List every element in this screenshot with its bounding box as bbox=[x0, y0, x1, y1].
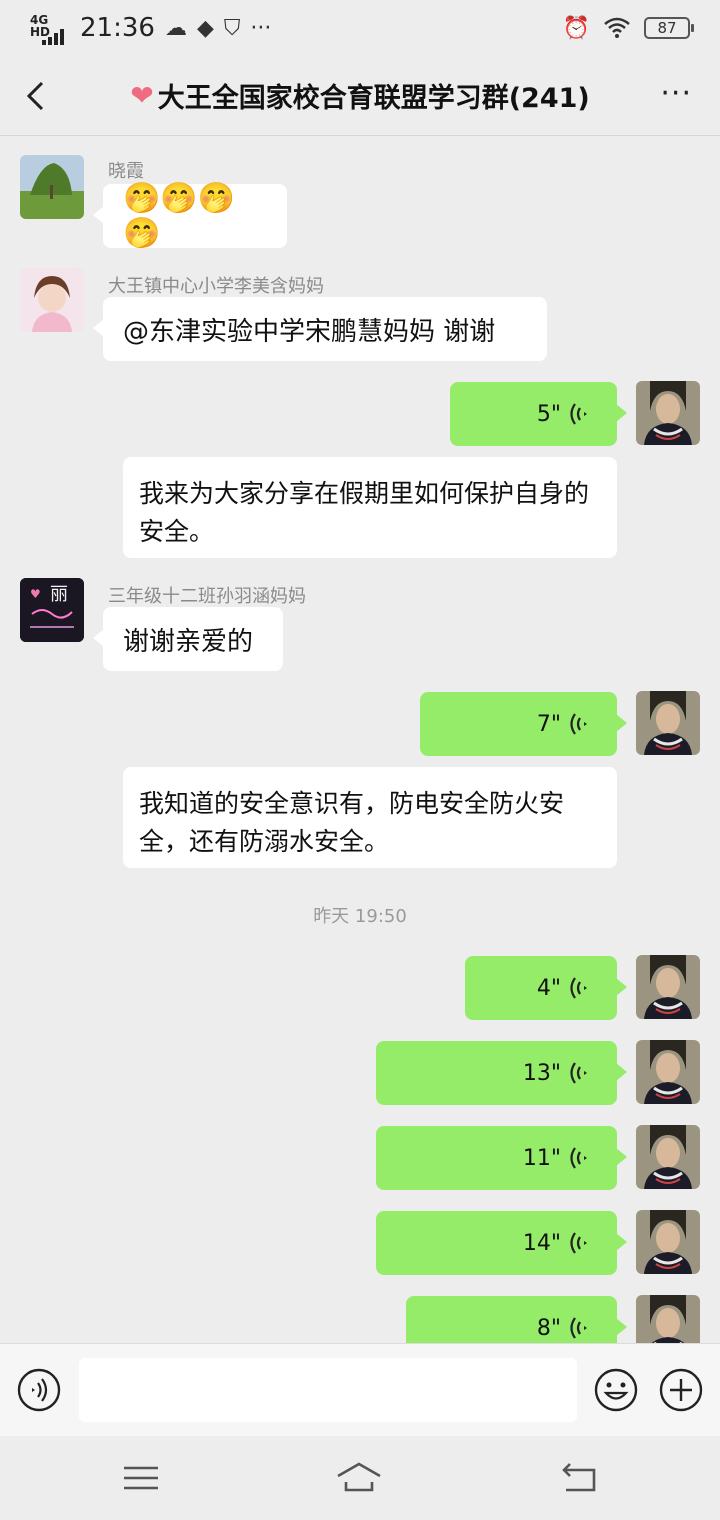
battery-indicator: 87 bbox=[644, 17, 694, 39]
voice-message-bubble[interactable]: 4" bbox=[465, 956, 627, 1020]
status-bar: 4G HD 21:36 ☁ ◆ ⛉ ··· ⏰ 87 bbox=[0, 0, 720, 56]
chat-title: ❤ 大王全国家校合育联盟学习群(241) bbox=[130, 76, 590, 115]
voice-wave-icon bbox=[570, 1062, 587, 1084]
my-avatar[interactable] bbox=[636, 381, 700, 445]
voice-message-bubble[interactable]: 13" bbox=[376, 1041, 627, 1105]
voice-wave-icon bbox=[570, 1147, 587, 1169]
input-bar bbox=[0, 1343, 720, 1436]
voice-wave-icon bbox=[570, 403, 587, 425]
shield-icon: ⛉ bbox=[223, 15, 241, 41]
more-notifications-icon: ··· bbox=[250, 15, 272, 41]
menu-icon[interactable] bbox=[118, 1460, 164, 1496]
voice-mode-icon[interactable] bbox=[17, 1368, 61, 1412]
clock: 21:36 bbox=[80, 13, 155, 43]
status-left: 4G HD 21:36 ☁ ◆ ⛉ ··· bbox=[30, 11, 271, 45]
voice-transcript-bubble[interactable]: 我来为大家分享在假期里如何保护自身的安全。 bbox=[123, 457, 617, 558]
wifi-icon bbox=[604, 17, 630, 38]
my-avatar[interactable] bbox=[636, 955, 700, 1019]
voice-message-bubble[interactable]: 14" bbox=[376, 1211, 627, 1275]
timestamp: 昨天 19:50 bbox=[313, 906, 407, 927]
voice-wave-icon bbox=[570, 713, 587, 735]
message-bubble[interactable]: 谢谢亲爱的 bbox=[93, 607, 283, 671]
my-avatar[interactable] bbox=[636, 1210, 700, 1274]
app-notification-icon: ◆ bbox=[196, 15, 214, 41]
back-icon[interactable] bbox=[556, 1460, 602, 1496]
voice-message-bubble[interactable]: 5" bbox=[450, 382, 627, 446]
back-arrow-icon[interactable] bbox=[20, 78, 56, 114]
alarm-icon: ⏰ bbox=[562, 15, 590, 41]
group-name: 大王全国家校合育联盟学习群(241) bbox=[157, 83, 590, 114]
emoji-icon[interactable] bbox=[594, 1368, 638, 1412]
plus-icon[interactable] bbox=[659, 1368, 703, 1412]
status-right: ⏰ 87 bbox=[562, 15, 694, 41]
avatar[interactable] bbox=[20, 155, 84, 219]
sender-name: 大王镇中心小学李美含妈妈 bbox=[108, 276, 324, 297]
voice-duration: 11" bbox=[522, 1145, 561, 1171]
voice-duration: 4" bbox=[536, 975, 561, 1001]
message-bubble[interactable]: 🤭🤭🤭🤭 bbox=[93, 181, 287, 251]
title-bar: ❤ 大王全国家校合育联盟学习群(241) ··· bbox=[0, 56, 720, 136]
message-bubble[interactable]: @东津实验中学宋鹏慧妈妈 谢谢 bbox=[93, 297, 547, 361]
my-avatar[interactable] bbox=[636, 1295, 700, 1343]
svg-text:♥: ♥ bbox=[30, 587, 41, 601]
voice-transcript-bubble[interactable]: 我知道的安全意识有，防电安全防火安全，还有防溺水安全。 bbox=[123, 767, 617, 868]
voice-message-bubble[interactable]: 8" bbox=[406, 1296, 627, 1343]
cloud-icon: ☁ bbox=[164, 15, 187, 41]
sender-name: 晓霞 bbox=[108, 161, 144, 182]
heart-emoji: ❤ bbox=[130, 79, 154, 112]
voice-duration: 5" bbox=[536, 401, 561, 427]
voice-duration: 14" bbox=[522, 1230, 561, 1256]
sender-name: 三年级十二班孙羽涵妈妈 bbox=[108, 586, 306, 607]
voice-message-bubble[interactable]: 11" bbox=[376, 1126, 627, 1190]
avatar[interactable]: ♥ 丽 bbox=[20, 578, 84, 642]
avatar-text: 丽 bbox=[50, 584, 68, 605]
message-input[interactable] bbox=[79, 1358, 577, 1422]
voice-wave-icon bbox=[570, 1317, 587, 1339]
voice-duration: 13" bbox=[522, 1060, 561, 1086]
my-avatar[interactable] bbox=[636, 691, 700, 755]
avatar[interactable] bbox=[20, 268, 84, 332]
voice-wave-icon bbox=[570, 1232, 587, 1254]
home-icon[interactable] bbox=[336, 1460, 382, 1496]
my-avatar[interactable] bbox=[636, 1040, 700, 1104]
system-nav-bar bbox=[0, 1436, 720, 1520]
my-avatar[interactable] bbox=[636, 1125, 700, 1189]
network-indicator: 4G HD bbox=[30, 13, 51, 39]
voice-wave-icon bbox=[570, 977, 587, 999]
voice-duration: 7" bbox=[536, 711, 561, 737]
voice-duration: 8" bbox=[536, 1315, 561, 1341]
more-options-button[interactable]: ··· bbox=[660, 79, 692, 109]
chat-area[interactable]: 晓霞 🤭🤭🤭🤭 大王镇中心小学李美含妈妈 @东津实验中学宋鹏慧妈妈 谢谢 5" … bbox=[0, 137, 720, 1343]
voice-message-bubble[interactable]: 7" bbox=[420, 692, 627, 756]
